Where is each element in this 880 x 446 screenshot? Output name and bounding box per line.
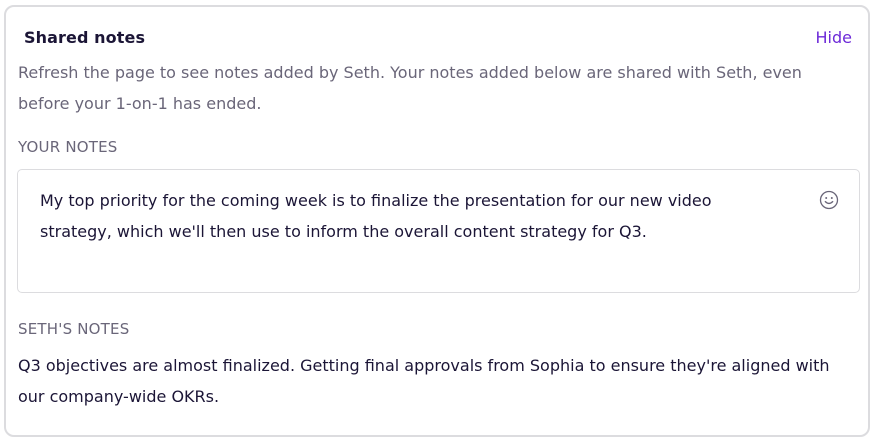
shared-notes-description: Refresh the page to see notes added by S… xyxy=(18,63,802,113)
seth-notes-label: SETH'S NOTES xyxy=(18,320,130,338)
shared-notes-card: Shared notes Hide Refresh the page to se… xyxy=(4,5,870,437)
card-header: Shared notes Hide xyxy=(24,26,852,54)
smiley-face-icon[interactable] xyxy=(819,190,839,210)
your-notes-label: YOUR NOTES xyxy=(18,138,118,156)
your-notes-editor[interactable]: My top priority for the coming week is t… xyxy=(17,169,860,293)
seth-notes-text: Q3 objectives are almost finalized. Gett… xyxy=(18,356,830,406)
your-notes-text[interactable]: My top priority for the coming week is t… xyxy=(40,185,720,247)
card-title: Shared notes xyxy=(24,28,146,47)
hide-link[interactable]: Hide xyxy=(816,28,852,47)
